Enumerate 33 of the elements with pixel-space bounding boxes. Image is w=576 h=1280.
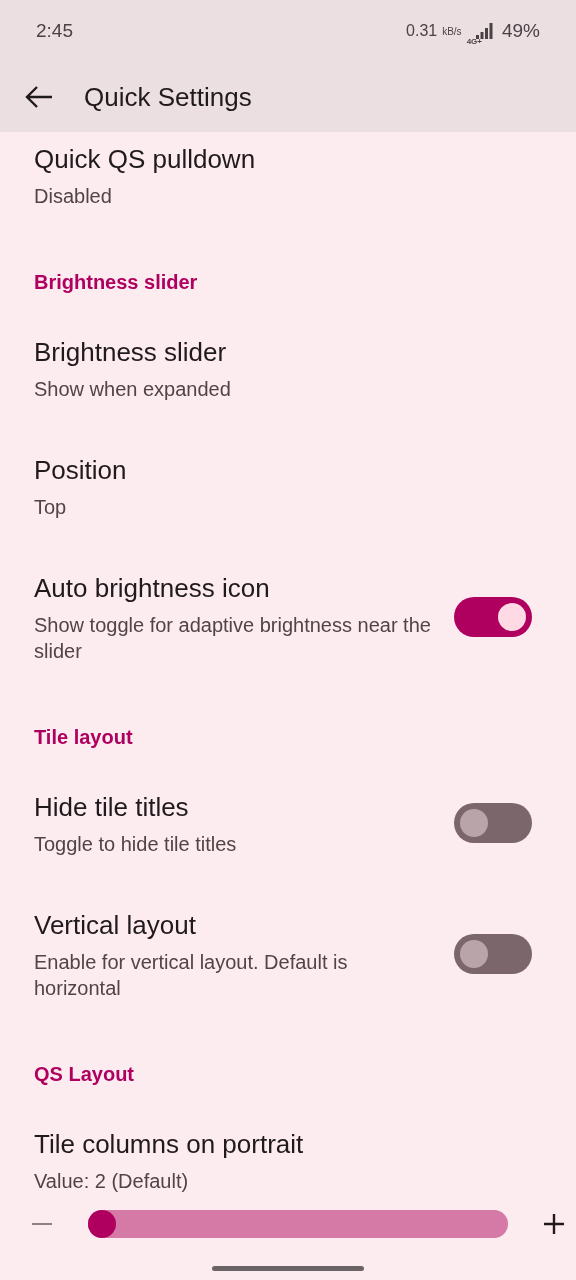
section-header: Tile layout — [33, 725, 134, 750]
setting-summary: Show when expanded — [34, 377, 232, 402]
setting-title[interactable]: Position — [34, 452, 554, 488]
setting-summary: Toggle to hide tile titles — [34, 832, 238, 857]
clock: 2:45 — [36, 20, 73, 42]
toggle-switch[interactable] — [454, 803, 532, 843]
setting-title: Tile columns on portrait — [34, 1128, 305, 1161]
section-header: QS Layout — [33, 1062, 135, 1087]
increase-button[interactable] — [542, 1212, 566, 1236]
setting-title[interactable]: Brightness slider — [34, 334, 554, 370]
section-header: Brightness slider — [33, 270, 199, 295]
battery-level: 49% — [501, 20, 540, 42]
toggle-switch[interactable] — [454, 934, 532, 974]
slider-thumb[interactable] — [88, 1210, 116, 1238]
setting-title[interactable]: Quick QS pulldown — [34, 141, 554, 177]
setting-summary: Top — [34, 495, 68, 520]
signal-icon — [474, 22, 493, 40]
plus-icon — [543, 1213, 565, 1235]
setting-summary: Show toggle for adaptive brightness near the slider — [34, 613, 432, 664]
slider-track[interactable] — [88, 1210, 508, 1238]
toggle-switch[interactable] — [454, 597, 532, 637]
setting-title[interactable]: Hide tile titles — [34, 789, 434, 825]
setting-title[interactable]: Auto brightness icon — [34, 570, 434, 606]
setting-summary: Disabled — [34, 184, 113, 209]
minus-icon — [32, 1222, 52, 1226]
setting-summary: Enable for vertical layout. Default is horizontal — [34, 950, 349, 1001]
screen-title: Quick Settings — [84, 81, 252, 113]
network-type: 4G+ — [466, 36, 482, 46]
setting-title[interactable]: Vertical layout — [34, 907, 434, 943]
setting-summary: Value: 2 (Default) — [34, 1169, 190, 1194]
back-button[interactable] — [24, 85, 54, 109]
network-speed: 0.31 — [406, 22, 438, 40]
speed-unit: kB/s — [442, 25, 462, 37]
